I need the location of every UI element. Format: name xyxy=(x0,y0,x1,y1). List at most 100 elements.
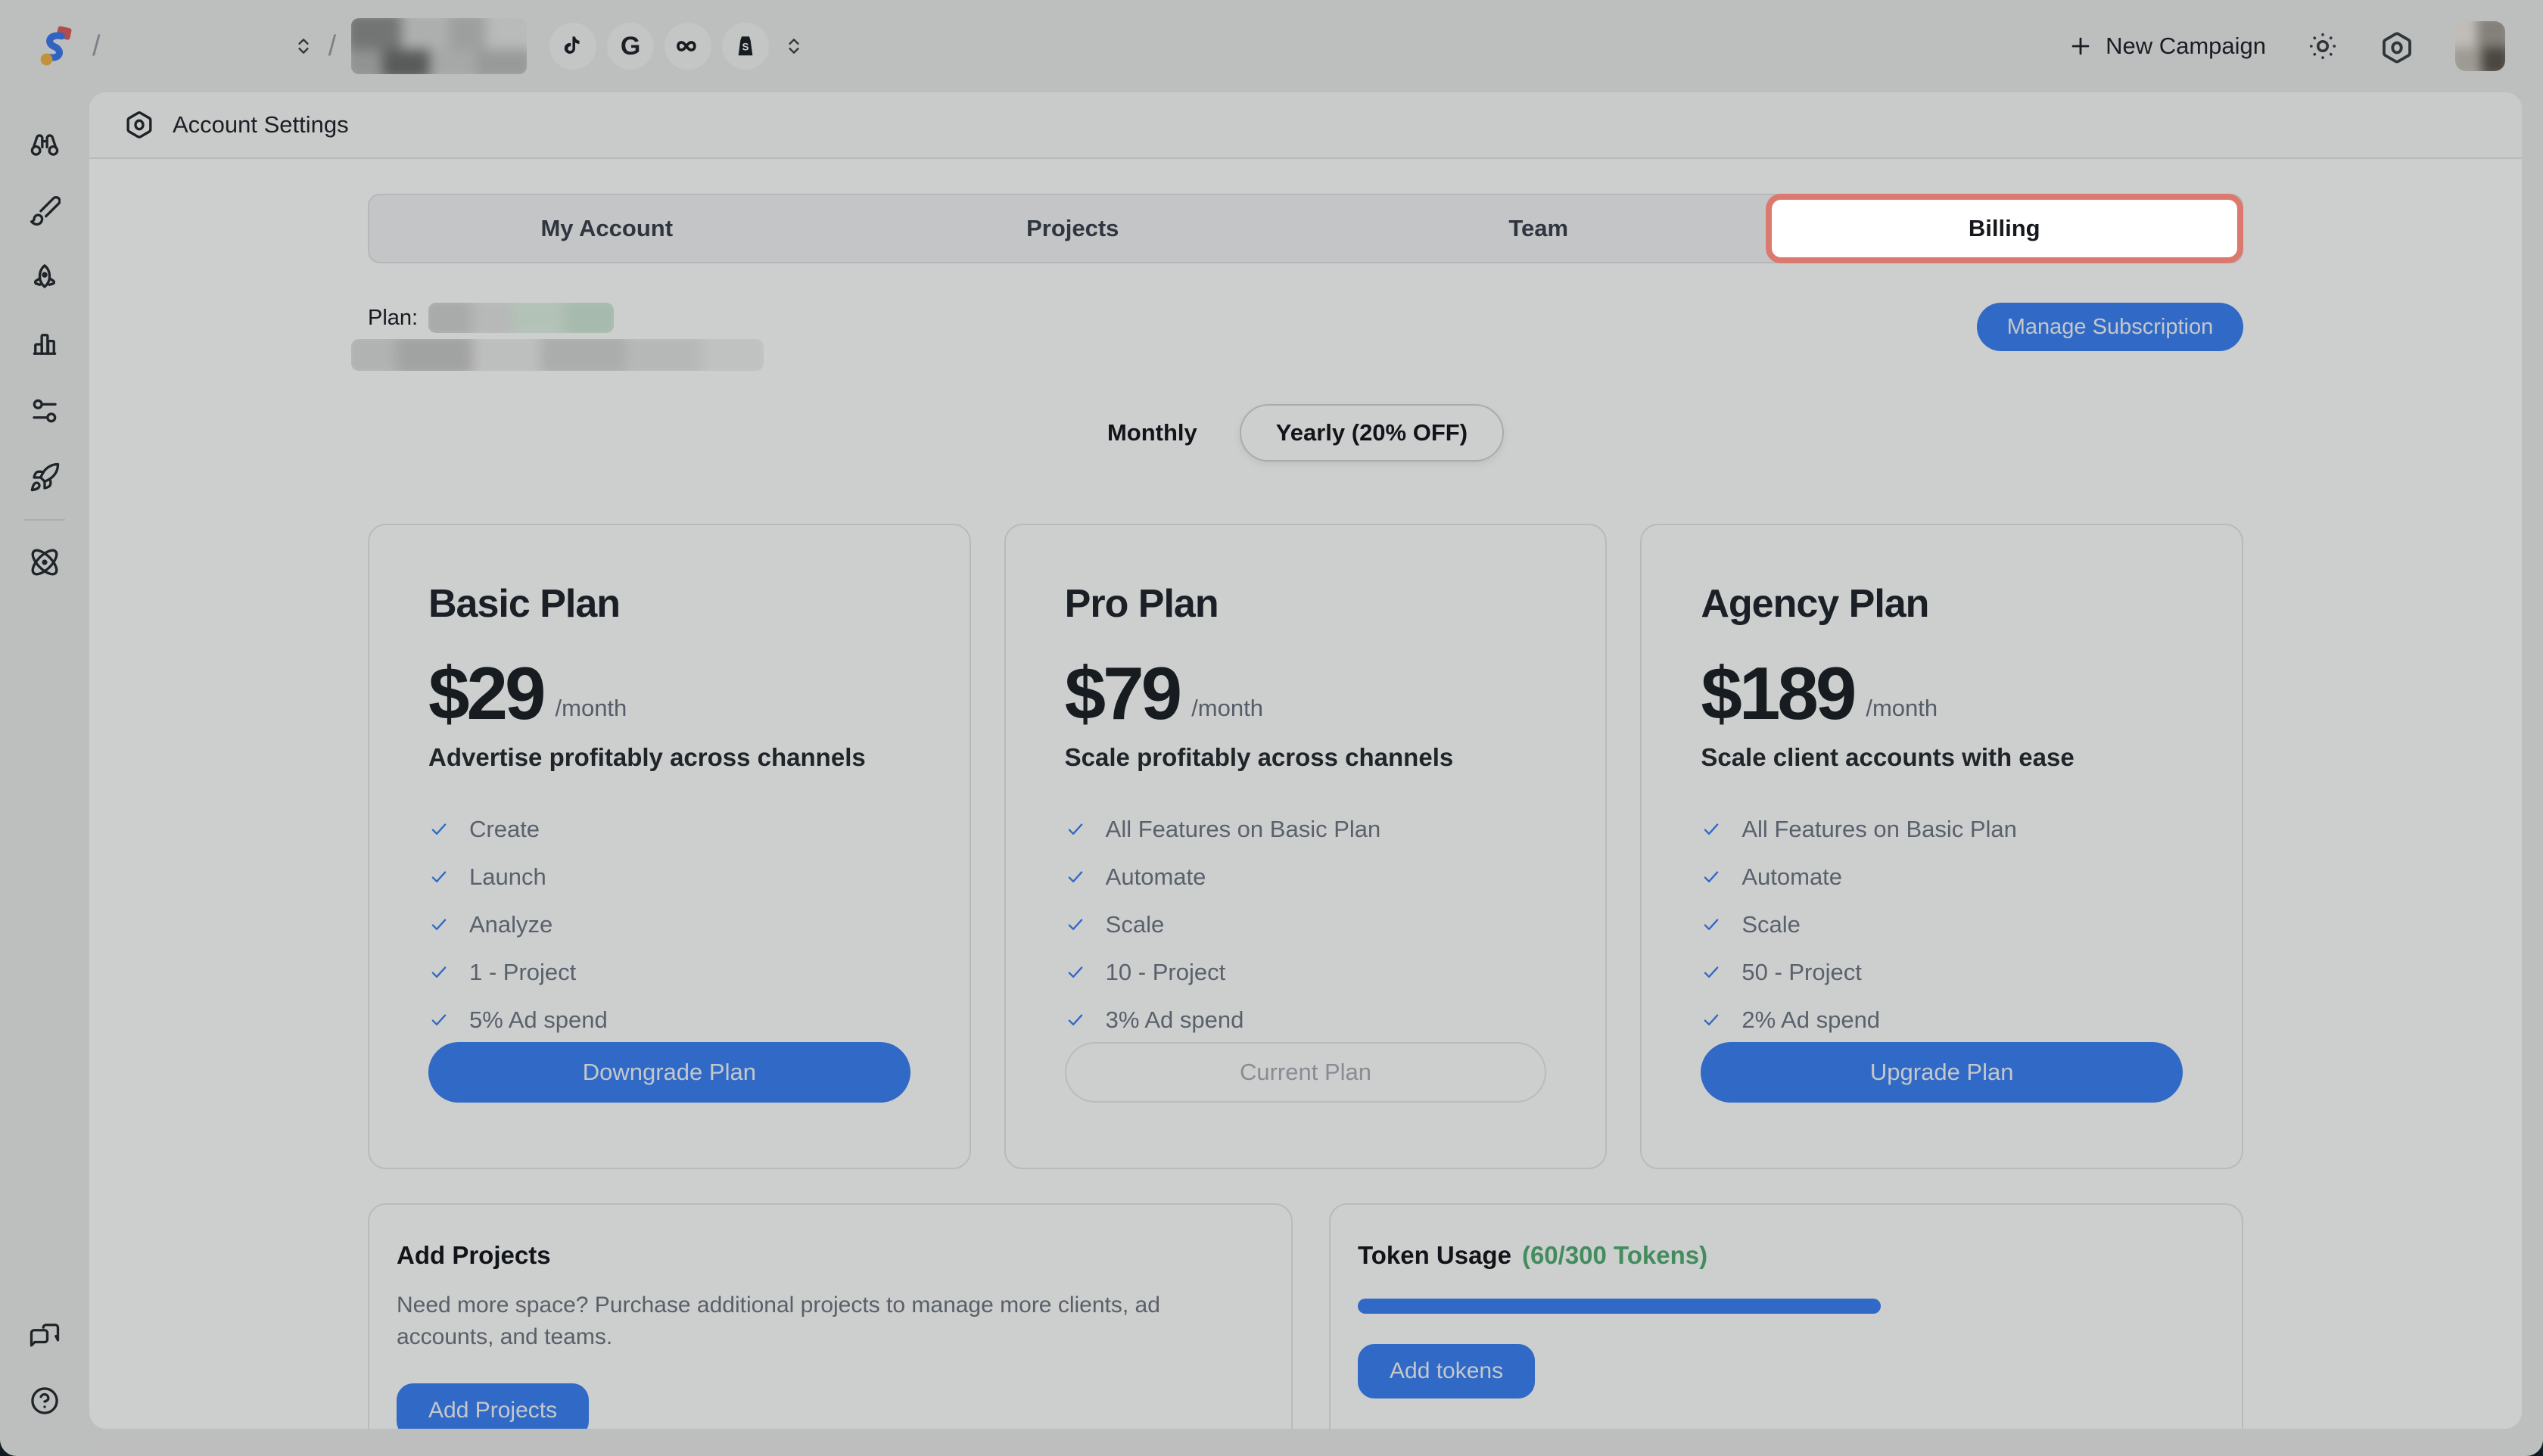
sidebar-nav xyxy=(0,92,89,1456)
check-icon xyxy=(1701,914,1722,935)
check-icon xyxy=(1065,914,1086,935)
feature-item: 1 - Project xyxy=(428,959,910,986)
tab-my-account[interactable]: My Account xyxy=(374,200,840,257)
feature-item: All Features on Basic Plan xyxy=(1701,816,2183,843)
token-usage-title: Token Usage xyxy=(1358,1241,1511,1270)
feature-list: All Features on Basic Plan Automate Scal… xyxy=(1065,816,1547,1034)
redacted-blur xyxy=(2455,21,2505,71)
shopify-icon[interactable]: S xyxy=(722,23,769,70)
tiktok-icon[interactable] xyxy=(549,23,596,70)
top-bar: / / G S xyxy=(0,0,2543,92)
plan-price: $29 xyxy=(428,660,543,726)
redacted-blur xyxy=(351,18,527,74)
sidebar-divider xyxy=(24,519,65,521)
add-tokens-button[interactable]: Add tokens xyxy=(1358,1344,1535,1398)
bar-chart-icon[interactable] xyxy=(29,328,61,360)
check-icon xyxy=(1701,1010,1722,1031)
downgrade-plan-button[interactable]: Downgrade Plan xyxy=(428,1042,910,1103)
plan-price: $79 xyxy=(1065,660,1180,726)
feature-item: 3% Ad spend xyxy=(1065,1006,1547,1034)
plus-icon xyxy=(2068,33,2093,59)
settings-hex-icon xyxy=(124,110,154,140)
atom-icon[interactable] xyxy=(29,546,61,578)
redacted-project-thumbnail[interactable] xyxy=(351,18,527,74)
feature-item: 50 - Project xyxy=(1701,959,2183,986)
feature-item: All Features on Basic Plan xyxy=(1065,816,1547,843)
feature-item: 2% Ad spend xyxy=(1701,1006,2183,1034)
plan-price: $189 xyxy=(1701,660,1854,726)
feature-item: Scale xyxy=(1701,911,2183,938)
check-icon xyxy=(1701,819,1722,840)
meta-icon[interactable] xyxy=(665,23,711,70)
pricing-card-pro: Pro Plan $79 /month Scale profitably acr… xyxy=(1004,524,1608,1169)
pricing-card-basic: Basic Plan $29 /month Advertise profitab… xyxy=(368,524,971,1169)
settings-hex-icon[interactable] xyxy=(2380,30,2414,62)
feature-item: Launch xyxy=(428,863,910,891)
redacted-blur xyxy=(116,29,279,64)
check-icon xyxy=(1065,866,1086,888)
add-projects-card: Add Projects Need more space? Purchase a… xyxy=(368,1203,1293,1429)
breadcrumb: / / G S xyxy=(33,18,804,74)
check-icon xyxy=(1065,1010,1086,1031)
tab-billing[interactable]: Billing xyxy=(1772,200,2238,257)
feature-item: Automate xyxy=(1701,863,2183,891)
plan-name: Pro Plan xyxy=(1065,581,1547,627)
binoculars-icon[interactable] xyxy=(29,129,61,160)
current-plan-row: Plan: Manage Subscription xyxy=(368,303,2243,371)
upgrade-plan-button[interactable]: Upgrade Plan xyxy=(1701,1042,2183,1103)
plan-name: Agency Plan xyxy=(1701,581,2183,627)
chevrons-up-down-icon[interactable] xyxy=(784,36,804,56)
monthly-option[interactable]: Monthly xyxy=(1107,419,1197,446)
manage-subscription-button[interactable]: Manage Subscription xyxy=(1977,303,2243,351)
chevrons-up-down-icon[interactable] xyxy=(294,36,313,56)
yearly-option[interactable]: Yearly (20% OFF) xyxy=(1240,404,1504,462)
platform-icons-group: G S xyxy=(549,23,769,70)
plan-period: /month xyxy=(556,695,627,726)
current-plan-info: Plan: xyxy=(368,303,764,371)
add-projects-title: Add Projects xyxy=(397,1241,1264,1270)
tab-team[interactable]: Team xyxy=(1306,200,1772,257)
sliders-icon[interactable] xyxy=(29,395,61,427)
new-campaign-label: New Campaign xyxy=(2106,33,2266,60)
breadcrumb-separator: / xyxy=(92,30,101,63)
spaceship-icon[interactable] xyxy=(29,262,61,294)
plan-label: Plan: xyxy=(368,306,418,331)
feature-item: Create xyxy=(428,816,910,843)
redacted-plan-details xyxy=(351,339,764,371)
plan-name: Basic Plan xyxy=(428,581,910,627)
page-header: Account Settings xyxy=(89,92,2522,159)
redacted-blur xyxy=(351,339,764,371)
chat-bubbles-icon[interactable] xyxy=(29,1318,61,1350)
token-usage-count: (60/300 Tokens) xyxy=(1522,1241,1707,1270)
pricing-cards: Basic Plan $29 /month Advertise profitab… xyxy=(368,524,2243,1169)
feature-list: Create Launch Analyze 1 - Project 5% Ad … xyxy=(428,816,910,1034)
pricing-card-agency: Agency Plan $189 /month Scale client acc… xyxy=(1640,524,2243,1169)
check-icon xyxy=(1701,866,1722,888)
add-projects-button[interactable]: Add Projects xyxy=(397,1383,589,1429)
top-bar-actions: New Campaign xyxy=(2068,21,2505,71)
sun-icon[interactable] xyxy=(2307,30,2339,62)
plan-period: /month xyxy=(1866,695,1938,726)
redacted-workspace-name[interactable] xyxy=(116,29,279,64)
addons-row: Add Projects Need more space? Purchase a… xyxy=(368,1203,2243,1429)
feature-list: All Features on Basic Plan Automate Scal… xyxy=(1701,816,2183,1034)
check-icon xyxy=(428,914,450,935)
plan-period: /month xyxy=(1191,695,1263,726)
plan-tagline: Advertise profitably across channels xyxy=(428,743,910,772)
feature-item: Automate xyxy=(1065,863,1547,891)
brush-icon[interactable] xyxy=(29,195,61,227)
rocket-icon[interactable] xyxy=(29,462,61,493)
current-plan-button: Current Plan xyxy=(1065,1042,1547,1103)
main-layout: Account Settings My Account Projects Tea… xyxy=(0,92,2543,1456)
help-circle-icon[interactable] xyxy=(29,1385,61,1417)
brand-logo-icon[interactable] xyxy=(33,24,77,68)
panel-body: My Account Projects Team Billing Plan: xyxy=(89,159,2522,1429)
main-panel: Account Settings My Account Projects Tea… xyxy=(89,92,2522,1429)
token-usage-card: Token Usage (60/300 Tokens) Add tokens xyxy=(1329,1203,2243,1429)
google-icon[interactable]: G xyxy=(607,23,654,70)
tab-projects[interactable]: Projects xyxy=(840,200,1306,257)
add-projects-description: Need more space? Purchase additional pro… xyxy=(397,1290,1222,1353)
new-campaign-button[interactable]: New Campaign xyxy=(2068,33,2266,60)
avatar[interactable] xyxy=(2455,21,2505,71)
app-window: / / G S xyxy=(0,0,2543,1456)
